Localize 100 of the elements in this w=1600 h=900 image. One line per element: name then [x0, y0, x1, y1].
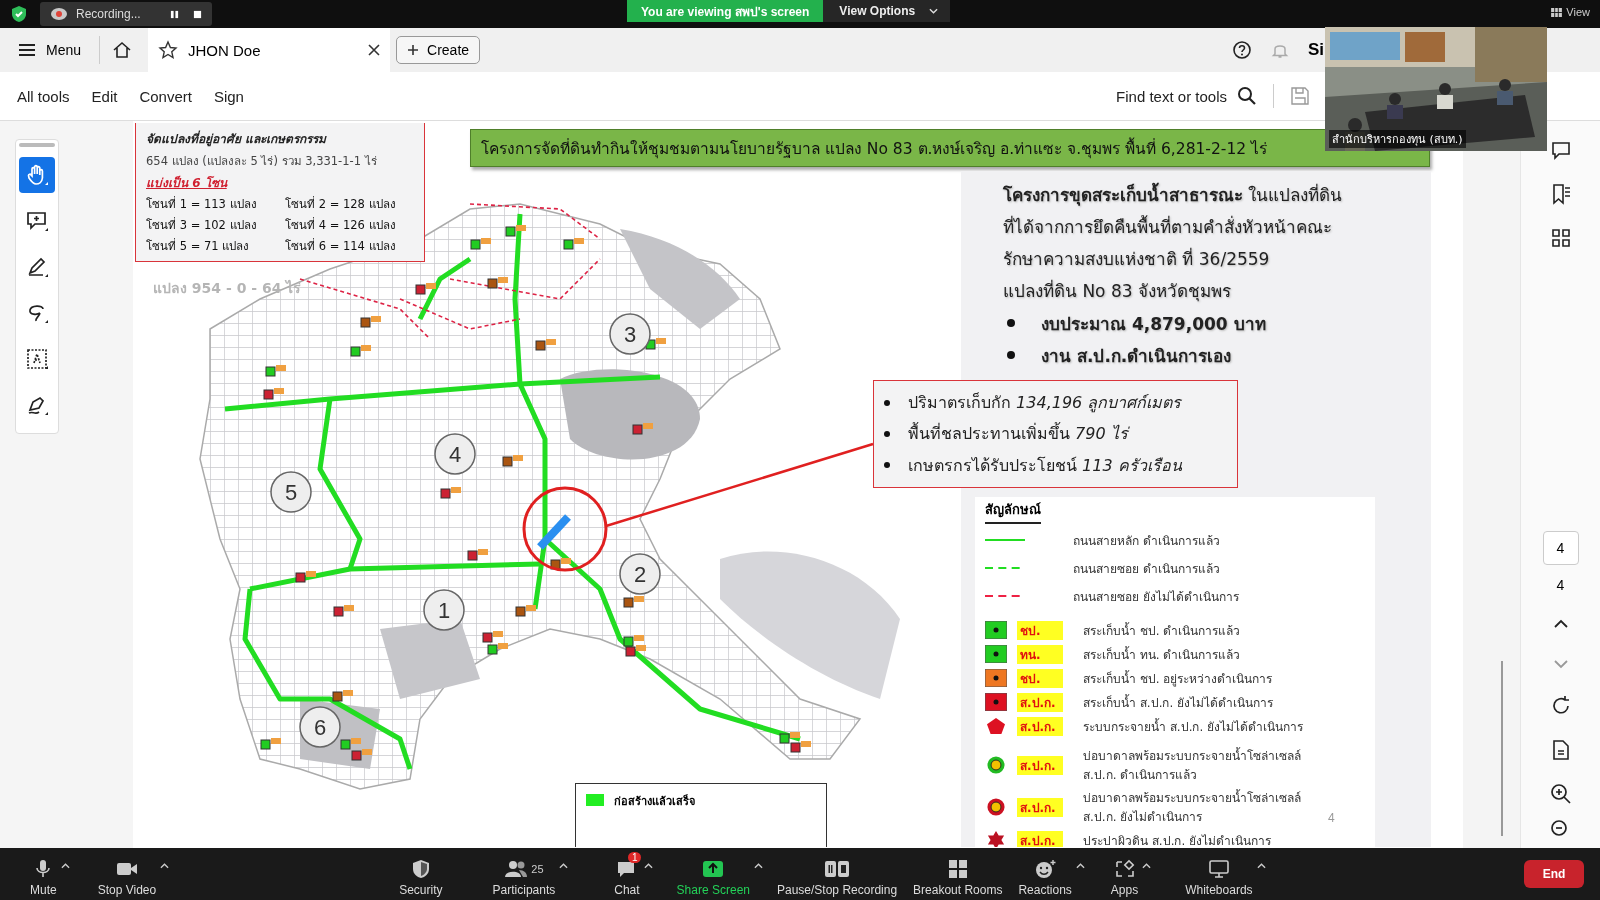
zoom-in-icon[interactable] — [1549, 783, 1572, 805]
caret-icon[interactable] — [559, 863, 569, 869]
legend-tag: ส.ป.ก. — [1017, 716, 1063, 736]
map-legend-label: ก่อสร้างแล้วเสร็จ — [614, 793, 695, 810]
create-button[interactable]: Create — [396, 36, 481, 64]
legend-tag: ทน. — [1017, 644, 1063, 664]
legend-label: สระเก็บน้ำ ชป. อยู่ระหว่างดำเนินการ — [1083, 669, 1273, 688]
project-text: โครงการขุดสระเก็บน้ำสาธารณะ ในแปลงที่ดิน — [1003, 179, 1343, 211]
caret-icon[interactable] — [643, 863, 653, 869]
legend-label: สระเก็บน้ำ ทน. ดำเนินการแล้ว — [1083, 645, 1241, 664]
zone-count: โซนที่ 2 = 128 แปลง — [285, 195, 397, 213]
end-button[interactable]: End — [1524, 860, 1584, 888]
menu-item[interactable]: Sign — [202, 83, 255, 109]
security-button[interactable]: Security — [395, 851, 447, 897]
legend-label: สระเก็บน้ำ ส.ป.ก. ยังไม่ได้ดำเนินการ — [1083, 693, 1274, 712]
zone-number: 3 — [609, 313, 651, 355]
page-count: 4 — [1556, 577, 1565, 593]
plus-icon — [407, 44, 420, 56]
zone-count: โซนที่ 6 = 114 แปลง — [285, 237, 397, 255]
grid-icon — [1551, 7, 1563, 17]
stop-icon[interactable] — [193, 9, 202, 19]
sign-in-link[interactable]: Si — [1308, 40, 1326, 60]
toolbar-icon — [1206, 859, 1231, 879]
caret-icon[interactable] — [1142, 863, 1152, 869]
legend-label: สระเก็บน้ำ ชป. ดำเนินการแล้ว — [1083, 621, 1241, 640]
toolbar-icon — [1033, 859, 1058, 879]
legend-label: ส.ป.ก. ยังไม่ดำเนินการ — [1083, 809, 1204, 826]
zone-number: 4 — [434, 433, 476, 475]
hand-icon — [25, 163, 49, 187]
caret-icon[interactable] — [160, 863, 170, 869]
caret-icon[interactable] — [754, 863, 763, 869]
callout-text: พื้นที่ชลประทานเพิ่มขึ้น 790 ไร่ — [908, 421, 1128, 446]
mic-button[interactable]: Mute — [26, 851, 61, 897]
zone-number: 1 — [423, 589, 465, 631]
pause-icon[interactable] — [170, 9, 179, 19]
help-icon[interactable] — [1232, 40, 1252, 60]
caret-icon[interactable] — [1075, 863, 1085, 869]
whiteboards-button[interactable]: Whiteboards — [1181, 851, 1257, 897]
callout-text: เกษตรกรได้รับประโยชน์ 113 ครัวเรือน — [908, 454, 1182, 477]
bullet-icon — [884, 431, 890, 437]
share-button[interactable]: Share Screen — [672, 851, 754, 897]
shield-icon — [11, 5, 27, 23]
project-text: รักษาความสงบแห่งชาติ ที่ 36/2559 — [1003, 246, 1271, 271]
bullet-icon — [884, 399, 890, 406]
record-button[interactable]: Pause/Stop Recording — [773, 851, 902, 897]
legend-label: ส.ป.ก. ดำเนินการแล้ว — [1083, 767, 1199, 784]
view-options-button[interactable]: View Options — [823, 0, 951, 22]
zone-count: โซนที่ 4 = 126 แปลง — [285, 216, 397, 234]
legend-label: ถนนสายซอย ยังไม่ได้ดำเนินการ — [1073, 588, 1239, 606]
legend-tag: ส.ป.ก. — [1017, 692, 1063, 712]
search-icon[interactable] — [1237, 86, 1257, 106]
caret-icon[interactable] — [60, 863, 70, 869]
page-number-field[interactable]: 4 — [1542, 531, 1579, 565]
tab-title: JHON Doe — [188, 41, 262, 59]
legend-label: ถนนสายหลัก ดำเนินการแล้ว — [1073, 532, 1220, 550]
view-button[interactable]: View — [1551, 6, 1590, 18]
menu-item[interactable]: Edit — [80, 83, 129, 109]
reactions-button[interactable]: Reactions — [1014, 851, 1076, 897]
document-tab[interactable]: JHON Doe — [148, 28, 391, 72]
zone-count: โซนที่ 1 = 113 แปลง — [146, 195, 258, 213]
comment-icon[interactable] — [1549, 139, 1572, 161]
participants-button[interactable]: 25 Participants — [488, 851, 560, 897]
plot-label: แปลง 954 - 0 - 64 ไร่ — [153, 279, 302, 298]
project-text: ที่ได้จากการยึดคืนพื้นที่ตามคำสั่งหัวหน้าคณะ — [1003, 214, 1333, 239]
apps-button[interactable]: Apps — [1106, 851, 1143, 897]
recording-icon — [50, 7, 68, 21]
video-thumbnail[interactable]: สำนักบริหารกองทุน (สบท.) — [1325, 27, 1547, 151]
page-number: 4 — [1328, 811, 1335, 825]
legend-label: ระบบกระจายน้ำ ส.ป.ก. ยังไม่ได้ดำเนินการ — [1083, 717, 1304, 736]
project-text: แปลงที่ดิน No 83 จังหวัดชุมพร — [1003, 278, 1232, 304]
close-icon[interactable] — [368, 44, 381, 56]
video-button[interactable]: Stop Video — [93, 851, 161, 897]
legend-tag: ส.ป.ก. — [1017, 797, 1063, 817]
video-caption: สำนักบริหารกองทุน (สบท.) — [1329, 130, 1466, 148]
legend-title: สัญลักษณ์ — [985, 499, 1041, 524]
chat-button[interactable]: 1 Chat — [610, 851, 644, 897]
menu-item[interactable]: Convert — [128, 83, 203, 109]
menu-item[interactable]: All tools — [6, 83, 81, 109]
legend-label: บ่อบาดาลพร้อมระบบกระจายน้ำโซล่าเซลล์ — [1083, 746, 1301, 765]
legend-tag: ชป. — [1017, 668, 1063, 688]
menu-button[interactable]: Menu — [14, 37, 86, 63]
toolbar-icon — [504, 859, 529, 879]
save-icon[interactable] — [1290, 86, 1310, 106]
home-icon[interactable] — [112, 40, 133, 60]
thumbnails-icon[interactable] — [1549, 227, 1572, 249]
zone-note: แบ่งเป็น 6 โซน — [146, 174, 229, 192]
hand-tool[interactable] — [19, 157, 55, 193]
info-summary: 654 แปลง (แปลงละ 5 ไร่) รวม 3,331-1-1 ไร่ — [146, 153, 378, 170]
zone-number: 5 — [270, 471, 312, 513]
star-icon[interactable] — [158, 40, 179, 60]
legend-label: บ่อบาดาลพร้อมระบบกระจายน้ำโซล่าเซลล์ — [1083, 788, 1301, 807]
breakout-button[interactable]: Breakout Rooms — [909, 851, 1007, 897]
project-bullet: งาน ส.ป.ก.ดำเนินการเอง — [1041, 344, 1232, 368]
legend-tag: ส.ป.ก. — [1017, 830, 1063, 847]
caret-icon[interactable] — [1256, 863, 1266, 869]
menu-icon — [18, 41, 36, 59]
info-heading: จัดแปลงที่อยู่อาศัย และเกษตรกรรม — [146, 129, 328, 148]
search-label[interactable]: Find text or tools — [1116, 87, 1227, 105]
legend-swatch-icon — [586, 794, 604, 806]
viewing-banner: You are viewing สพป's screen — [627, 0, 824, 22]
